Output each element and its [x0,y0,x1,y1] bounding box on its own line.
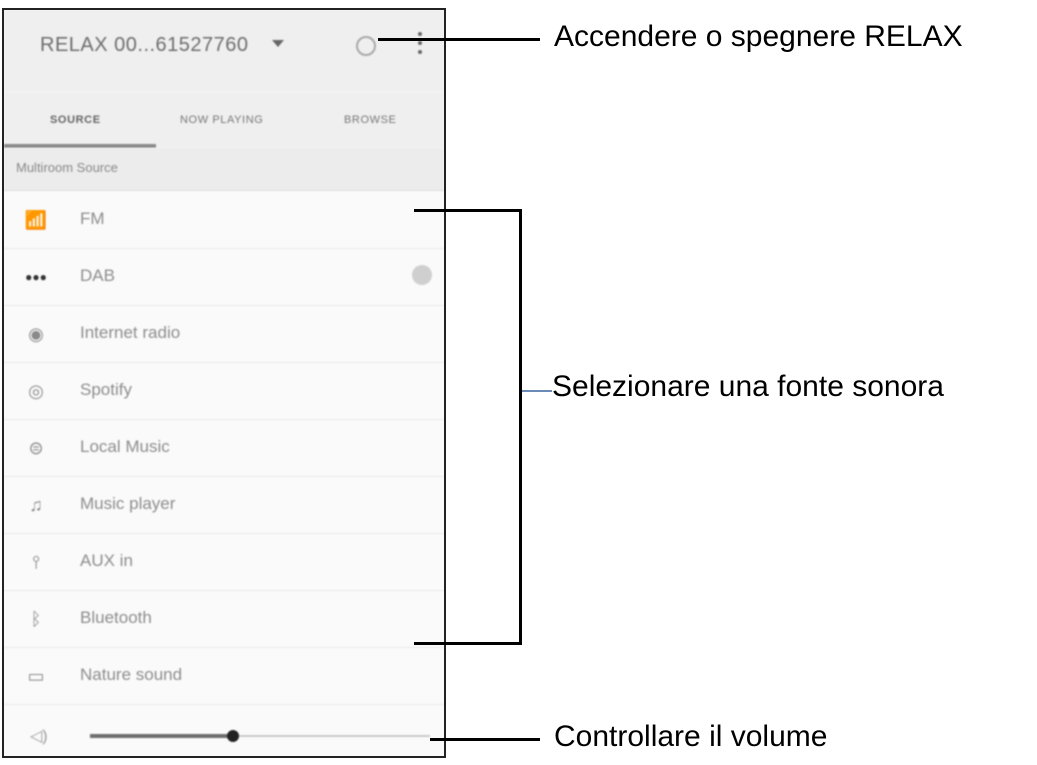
source-item-music-player[interactable]: ♫ Music player [4,477,444,534]
source-label: AUX in [80,551,133,570]
source-bracket-top [414,209,522,212]
device-name-dropdown[interactable]: RELAX 00...61527760 [40,34,249,57]
source-label: FM [80,209,105,228]
more-vert-icon[interactable] [418,32,422,58]
aux-in-icon: ⫯ [32,552,40,572]
source-item-nature-sound[interactable]: ▭ Nature sound [4,648,444,705]
dab-icon: ●●● [25,270,47,284]
source-item-spotify[interactable]: ◎ Spotify [4,363,444,420]
chevron-down-icon[interactable] [272,40,284,47]
power-annotation: Accendere o spegnere RELAX [554,20,963,53]
source-bracket-bottom [414,642,522,645]
source-item-dab[interactable]: ●●● DAB [4,249,444,306]
tab-browse[interactable]: BROWSE [344,114,397,126]
local-music-icon: ⊜ [28,438,44,458]
tab-now-playing[interactable]: NOW PLAYING [180,114,263,126]
status-dot [412,265,432,285]
volume-slider-thumb[interactable] [226,730,239,742]
top-bar: RELAX 00...61527760 [4,10,444,92]
source-item-local-music[interactable]: ⊜ Local Music [4,420,444,477]
volume-annotation: Controllare il volume [554,720,828,753]
source-item-bluetooth[interactable]: ᛒ Bluetooth [4,591,444,648]
power-icon[interactable] [356,36,376,56]
source-label: Nature sound [80,665,183,684]
source-annotation: Selezionare una fonte sonora [552,370,944,403]
spotify-icon: ◎ [28,381,44,401]
app-screen: RELAX 00...61527760 SOURCE NOW PLAYING B… [2,8,446,758]
tab-source[interactable]: SOURCE [50,114,101,126]
speaker-icon[interactable]: ◁) [30,726,48,746]
volume-slider[interactable] [90,730,430,742]
source-callout-line [522,390,552,392]
section-header-label: Multiroom Source [16,160,118,175]
volume-bar: ◁) [4,710,444,756]
source-label: Bluetooth [80,608,152,627]
source-label: Music player [80,494,176,513]
source-list: 📶 FM ●●● DAB ◉ Internet radio ◎ Spotify … [4,192,444,705]
volume-callout-line [430,738,540,741]
source-label: Local Music [80,437,170,456]
source-item-fm[interactable]: 📶 FM [4,192,444,249]
nature-sound-icon: ▭ [27,666,45,686]
bluetooth-icon: ᛒ [30,609,42,629]
section-header: Multiroom Source [4,148,444,191]
internet-radio-icon: ◉ [28,324,44,344]
volume-fill [90,734,233,738]
source-bracket-vertical [519,209,522,645]
source-label: Internet radio [80,323,181,342]
source-item-internet-radio[interactable]: ◉ Internet radio [4,306,444,363]
fm-icon: 📶 [24,210,48,230]
source-label: DAB [80,266,115,285]
source-label: Spotify [80,380,132,399]
tab-bar: SOURCE NOW PLAYING BROWSE [4,92,444,148]
source-item-aux-in[interactable]: ⫯ AUX in [4,534,444,591]
power-callout-line [378,38,540,41]
music-player-icon: ♫ [29,495,43,515]
